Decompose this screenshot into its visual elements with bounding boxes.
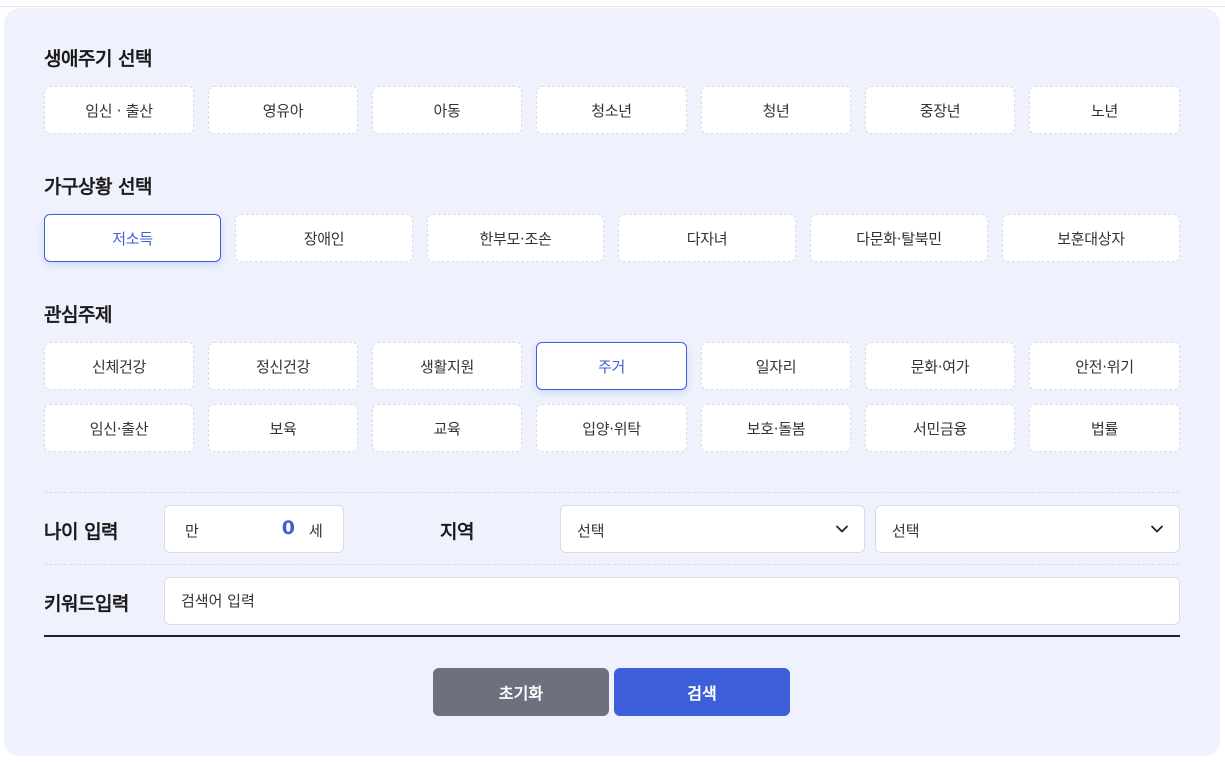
interest-option[interactable]: 신체건강 [44, 342, 194, 390]
chevron-down-icon [1151, 525, 1163, 533]
search-button[interactable]: 검색 [614, 668, 790, 716]
interest-option[interactable]: 교육 [372, 404, 522, 452]
keyword-label: 키워드입력 [44, 593, 129, 615]
interest-option[interactable]: 생활지원 [372, 342, 522, 390]
top-divider [0, 6, 1225, 7]
lifecycle-option[interactable]: 노년 [1029, 86, 1180, 134]
region-select-value: 선택 [892, 522, 920, 540]
age-label: 나이 입력 [44, 521, 119, 543]
age-suffix: 세 [309, 522, 323, 540]
lifecycle-option[interactable]: 중장년 [865, 86, 1015, 134]
interest-option[interactable]: 임신·출산 [44, 404, 194, 452]
household-option[interactable]: 한부모·조손 [427, 214, 604, 262]
age-prefix: 만 [185, 522, 199, 540]
interest-option[interactable]: 정신건강 [208, 342, 358, 390]
lifecycle-option[interactable]: 청소년 [536, 86, 687, 134]
section-divider [44, 492, 1180, 493]
keyword-field [164, 577, 1180, 625]
interests-title: 관심주제 [44, 304, 112, 326]
age-input[interactable]: 0 [225, 517, 295, 539]
interest-option[interactable]: 문화·여가 [865, 342, 1015, 390]
region-select-province[interactable]: 선택 [560, 505, 865, 553]
reset-button[interactable]: 초기화 [433, 668, 609, 716]
region-select-city[interactable]: 선택 [875, 505, 1180, 553]
lifecycle-option[interactable]: 아동 [372, 86, 522, 134]
interest-option[interactable]: 법률 [1029, 404, 1180, 452]
age-input-box: 만 0 세 [164, 505, 344, 553]
interest-option[interactable]: 입양·위탁 [536, 404, 687, 452]
lifecycle-title: 생애주기 선택 [44, 48, 153, 70]
household-option[interactable]: 보훈대상자 [1002, 214, 1180, 262]
interest-option[interactable]: 보호·돌봄 [701, 404, 851, 452]
lifecycle-option[interactable]: 영유아 [208, 86, 358, 134]
household-option-selected[interactable]: 저소득 [44, 214, 221, 262]
row-divider [44, 564, 1180, 565]
chevron-down-icon [836, 525, 848, 533]
form-bottom-rule [44, 635, 1180, 637]
interest-option[interactable]: 서민금융 [865, 404, 1015, 452]
interest-option[interactable]: 안전·위기 [1029, 342, 1180, 390]
household-title: 가구상황 선택 [44, 176, 153, 198]
region-label: 지역 [440, 521, 474, 543]
household-option[interactable]: 다자녀 [618, 214, 796, 262]
interest-option[interactable]: 일자리 [701, 342, 851, 390]
interest-option-selected[interactable]: 주거 [536, 342, 687, 390]
interest-option[interactable]: 보육 [208, 404, 358, 452]
household-option[interactable]: 장애인 [235, 214, 413, 262]
household-option[interactable]: 다문화·탈북민 [810, 214, 988, 262]
region-select-value: 선택 [577, 522, 605, 540]
lifecycle-option[interactable]: 임신 · 출산 [44, 86, 194, 134]
lifecycle-option[interactable]: 청년 [701, 86, 851, 134]
keyword-input[interactable] [165, 578, 1179, 624]
